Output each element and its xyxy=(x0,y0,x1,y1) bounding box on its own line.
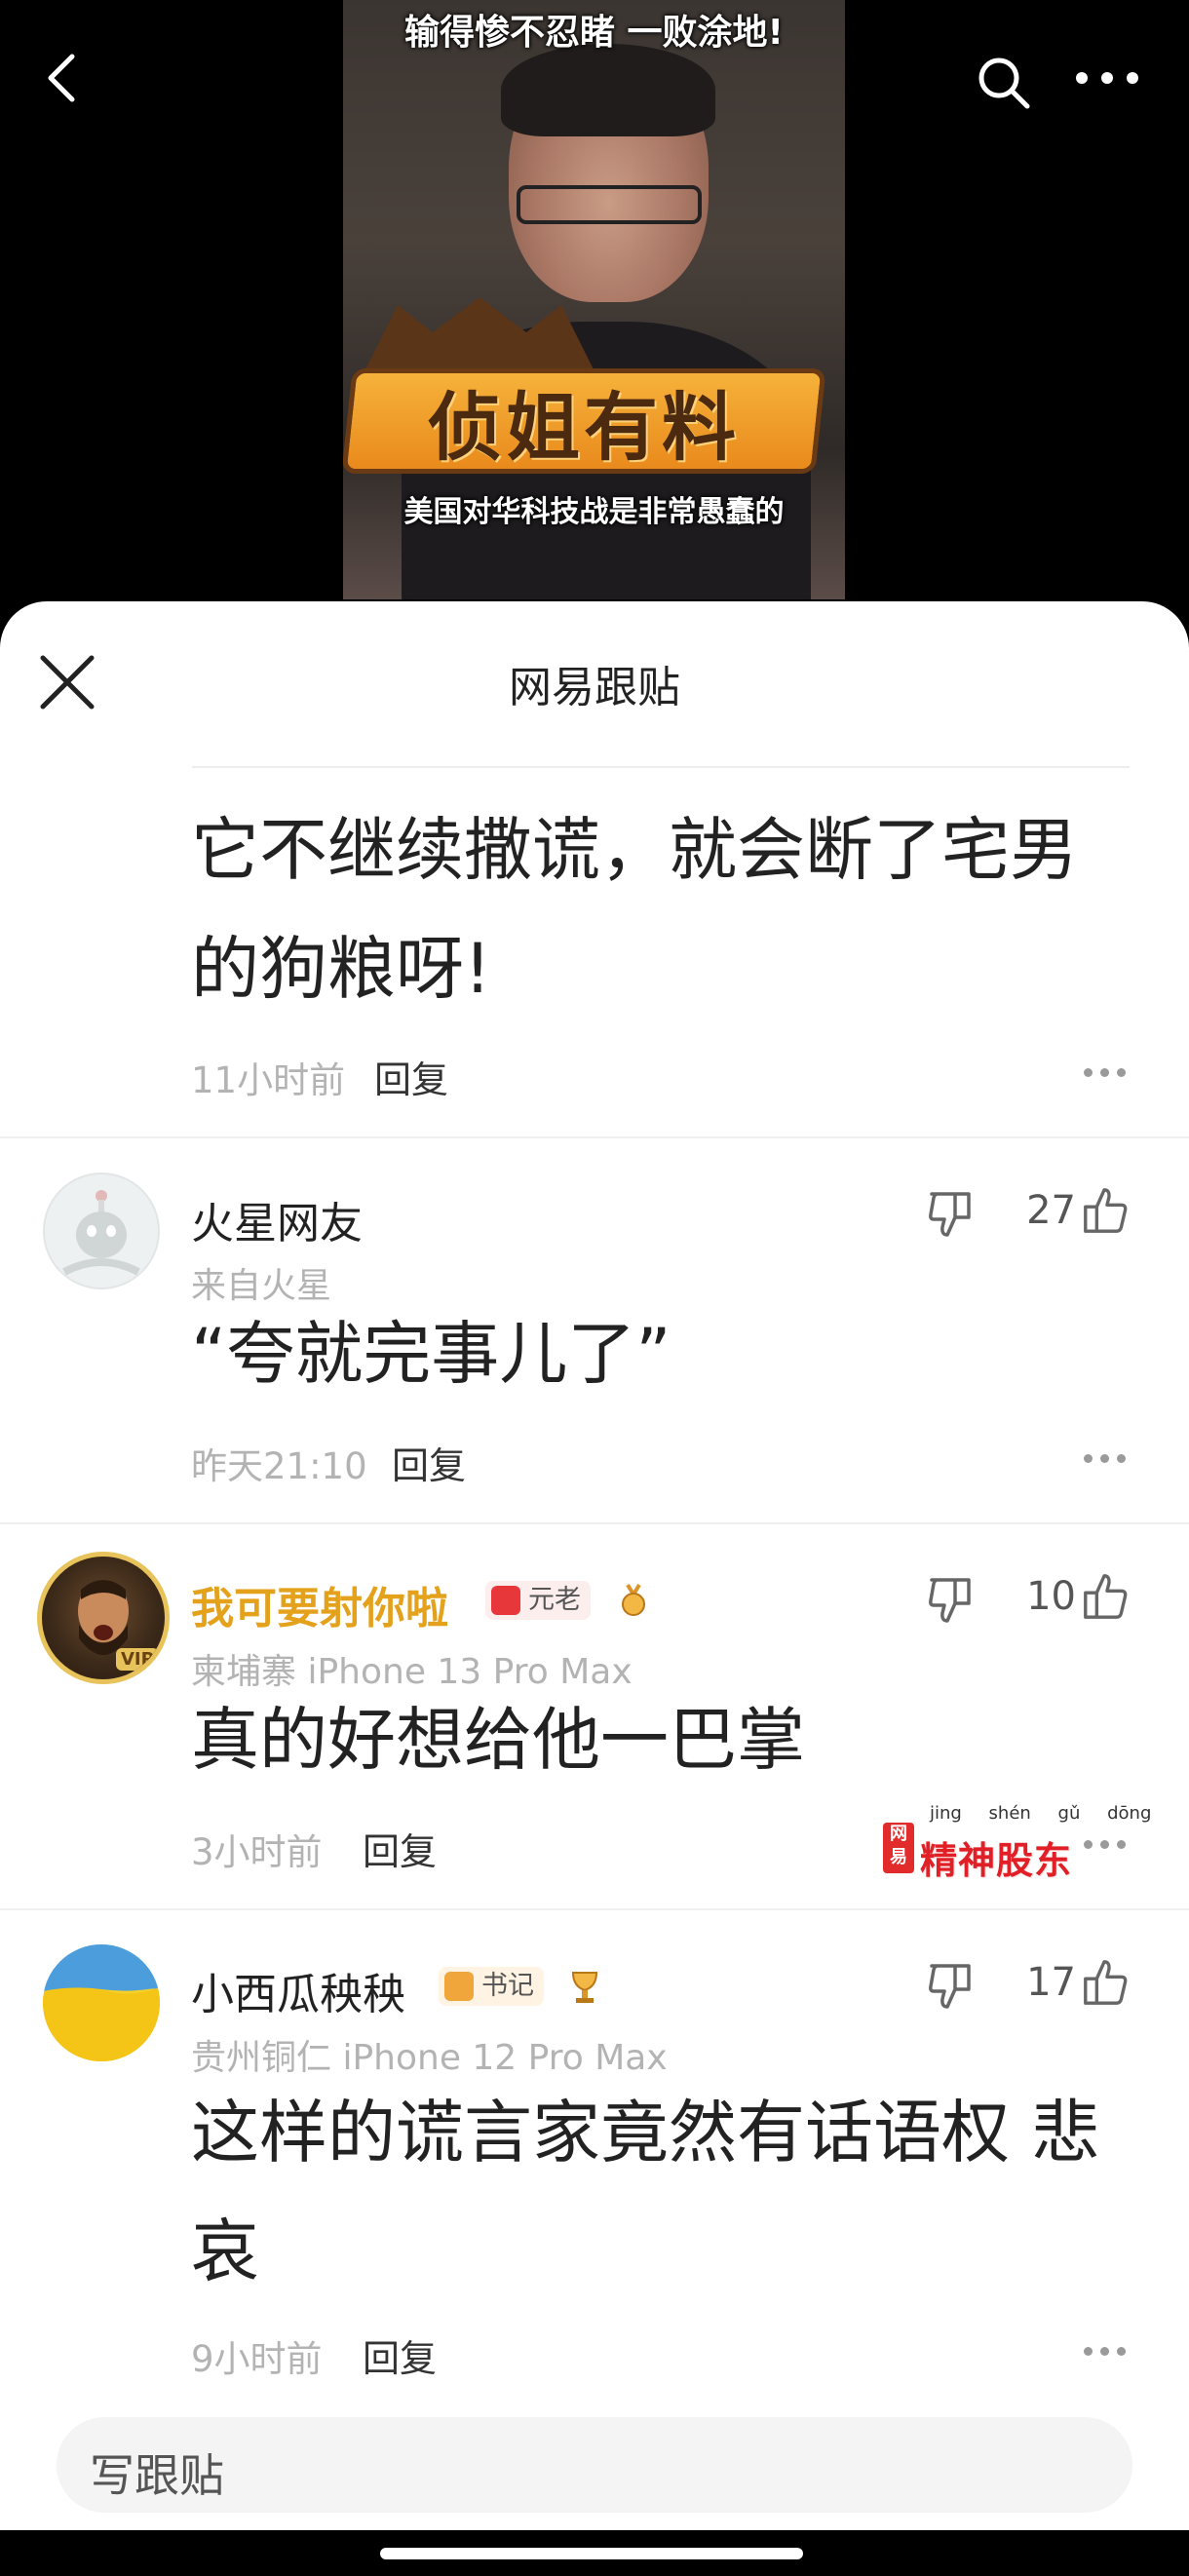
video-person-glasses xyxy=(517,185,702,224)
thumbs-up-icon xyxy=(1084,1960,1128,2005)
video-caption-top: 输得惨不忍睹 一败涂地! xyxy=(404,13,784,53)
watermark-text: 精神股东 xyxy=(920,1839,1073,1882)
thumbs-down-icon xyxy=(929,1192,971,1237)
reply-button[interactable]: 回复 xyxy=(363,1822,437,1875)
channel-logo: 侦姐有料 xyxy=(343,368,826,474)
reply-button[interactable]: 回复 xyxy=(392,1436,466,1489)
more-dots-icon xyxy=(1084,1454,1093,1463)
video-person-hair xyxy=(501,44,715,136)
more-dot xyxy=(1117,1454,1126,1463)
comment-more-button[interactable] xyxy=(1084,1452,1127,1466)
like-count: 27 xyxy=(1026,1188,1076,1233)
sheet-title: 网易跟贴 xyxy=(509,663,680,712)
comment-time: 9小时前 xyxy=(191,2338,323,2380)
home-indicator[interactable] xyxy=(380,2548,803,2559)
comment-time: 11小时前 xyxy=(191,1059,346,1101)
reply-button[interactable]: 回复 xyxy=(374,1050,448,1103)
medal-icon xyxy=(622,1583,645,1616)
search-button[interactable] xyxy=(975,54,1033,112)
user-badge: 元老 xyxy=(485,1581,591,1620)
more-dots-icon xyxy=(1084,2347,1093,2356)
hexagon-badge-icon xyxy=(444,1972,474,2001)
more-dot xyxy=(1100,1454,1109,1463)
divider xyxy=(0,1136,1189,1138)
user-badge: 书记 xyxy=(439,1967,544,2006)
like-button[interactable]: 10 xyxy=(1023,1572,1131,1627)
channel-logo-text: 侦姐有料 xyxy=(428,384,740,471)
more-dot xyxy=(1117,1840,1126,1849)
comment-body: 这样的谎言家竟然有话语权 悲哀 xyxy=(191,2093,1100,2291)
sheet-header: 网易跟贴 xyxy=(0,601,1189,762)
more-dots-icon xyxy=(1084,1068,1093,1077)
video-subtitle: 美国对华科技战是非常愚蠢的 xyxy=(403,495,785,529)
comment-body: 真的好想给他一巴掌 xyxy=(191,1700,805,1780)
thumbs-down-icon xyxy=(929,1578,971,1623)
more-dot xyxy=(1117,2347,1126,2356)
avatar[interactable]: VIP xyxy=(37,1552,170,1684)
avatar[interactable] xyxy=(43,1944,160,2061)
comment-time: 3小时前 xyxy=(191,1831,323,1873)
video-thumbnail[interactable]: 输得惨不忍睹 一败涂地! 侦姐有料 美国对华科技战是非常愚蠢的 xyxy=(343,0,845,599)
comment-more-button[interactable] xyxy=(1084,1066,1127,1080)
search-icon xyxy=(978,58,1030,109)
like-count: 17 xyxy=(1026,1960,1076,2005)
reply-button[interactable]: 回复 xyxy=(363,2328,437,2382)
shield-badge-icon xyxy=(491,1586,520,1615)
divider xyxy=(0,1908,1189,1910)
medal-icon xyxy=(571,1972,598,2003)
more-dot xyxy=(1100,2347,1109,2356)
thumbs-down-icon xyxy=(929,1964,971,2009)
more-dot xyxy=(1100,1840,1109,1849)
bat-logo-icon xyxy=(363,297,596,375)
username[interactable]: 我可要射你啦 xyxy=(191,1573,448,1635)
more-options-button[interactable] xyxy=(1072,58,1142,97)
comment-time: 昨天21:10 xyxy=(191,1445,367,1487)
divider xyxy=(192,766,1130,768)
like-button[interactable]: 17 xyxy=(1023,1958,1131,2013)
more-dot xyxy=(1117,1068,1126,1077)
back-button[interactable] xyxy=(43,49,82,107)
write-comment-placeholder: 写跟贴 xyxy=(90,2449,224,2502)
dislike-button[interactable] xyxy=(926,1188,978,1241)
like-button[interactable]: 27 xyxy=(1023,1186,1131,1241)
badge-label: 元老 xyxy=(528,1585,581,1615)
robot-avatar-icon xyxy=(62,1190,140,1276)
watermark-pinyin: jing shén gǔ dōng xyxy=(930,1803,1152,1824)
video-area: 输得惨不忍睹 一败涂地! 侦姐有料 美国对华科技战是非常愚蠢的 xyxy=(0,0,1189,624)
like-count: 10 xyxy=(1026,1574,1076,1619)
thumbs-up-icon xyxy=(1084,1574,1128,1619)
thumbs-up-icon xyxy=(1084,1188,1128,1233)
dislike-button[interactable] xyxy=(926,1574,978,1627)
more-dot xyxy=(1100,1068,1109,1077)
comment-more-button[interactable] xyxy=(1084,2345,1127,2359)
badge-label: 书记 xyxy=(481,1971,534,2001)
comment-body: “夸就完事儿了” xyxy=(191,1314,671,1394)
flag-avatar-icon xyxy=(43,1944,160,2061)
comment-body: 它不继续撒谎，就会断了宅男的狗粮呀! xyxy=(191,810,1078,1009)
dislike-button[interactable] xyxy=(926,1960,978,2013)
avatar[interactable] xyxy=(43,1173,160,1289)
username[interactable]: 小西瓜秧秧 xyxy=(191,1959,405,2021)
write-comment-input[interactable]: 写跟贴 xyxy=(57,2417,1132,2513)
watermark-logo: jing shén gǔ dōng 网易 精神股东 xyxy=(883,1803,1151,1882)
vip-badge: VIP xyxy=(116,1648,159,1671)
username[interactable]: 火星网友 xyxy=(191,1188,363,1250)
comment-more-button[interactable] xyxy=(1084,1838,1127,1852)
more-icon xyxy=(1076,72,1138,84)
divider xyxy=(0,1522,1189,1524)
watermark-box: 网易 xyxy=(883,1823,914,1873)
back-icon xyxy=(48,54,75,102)
